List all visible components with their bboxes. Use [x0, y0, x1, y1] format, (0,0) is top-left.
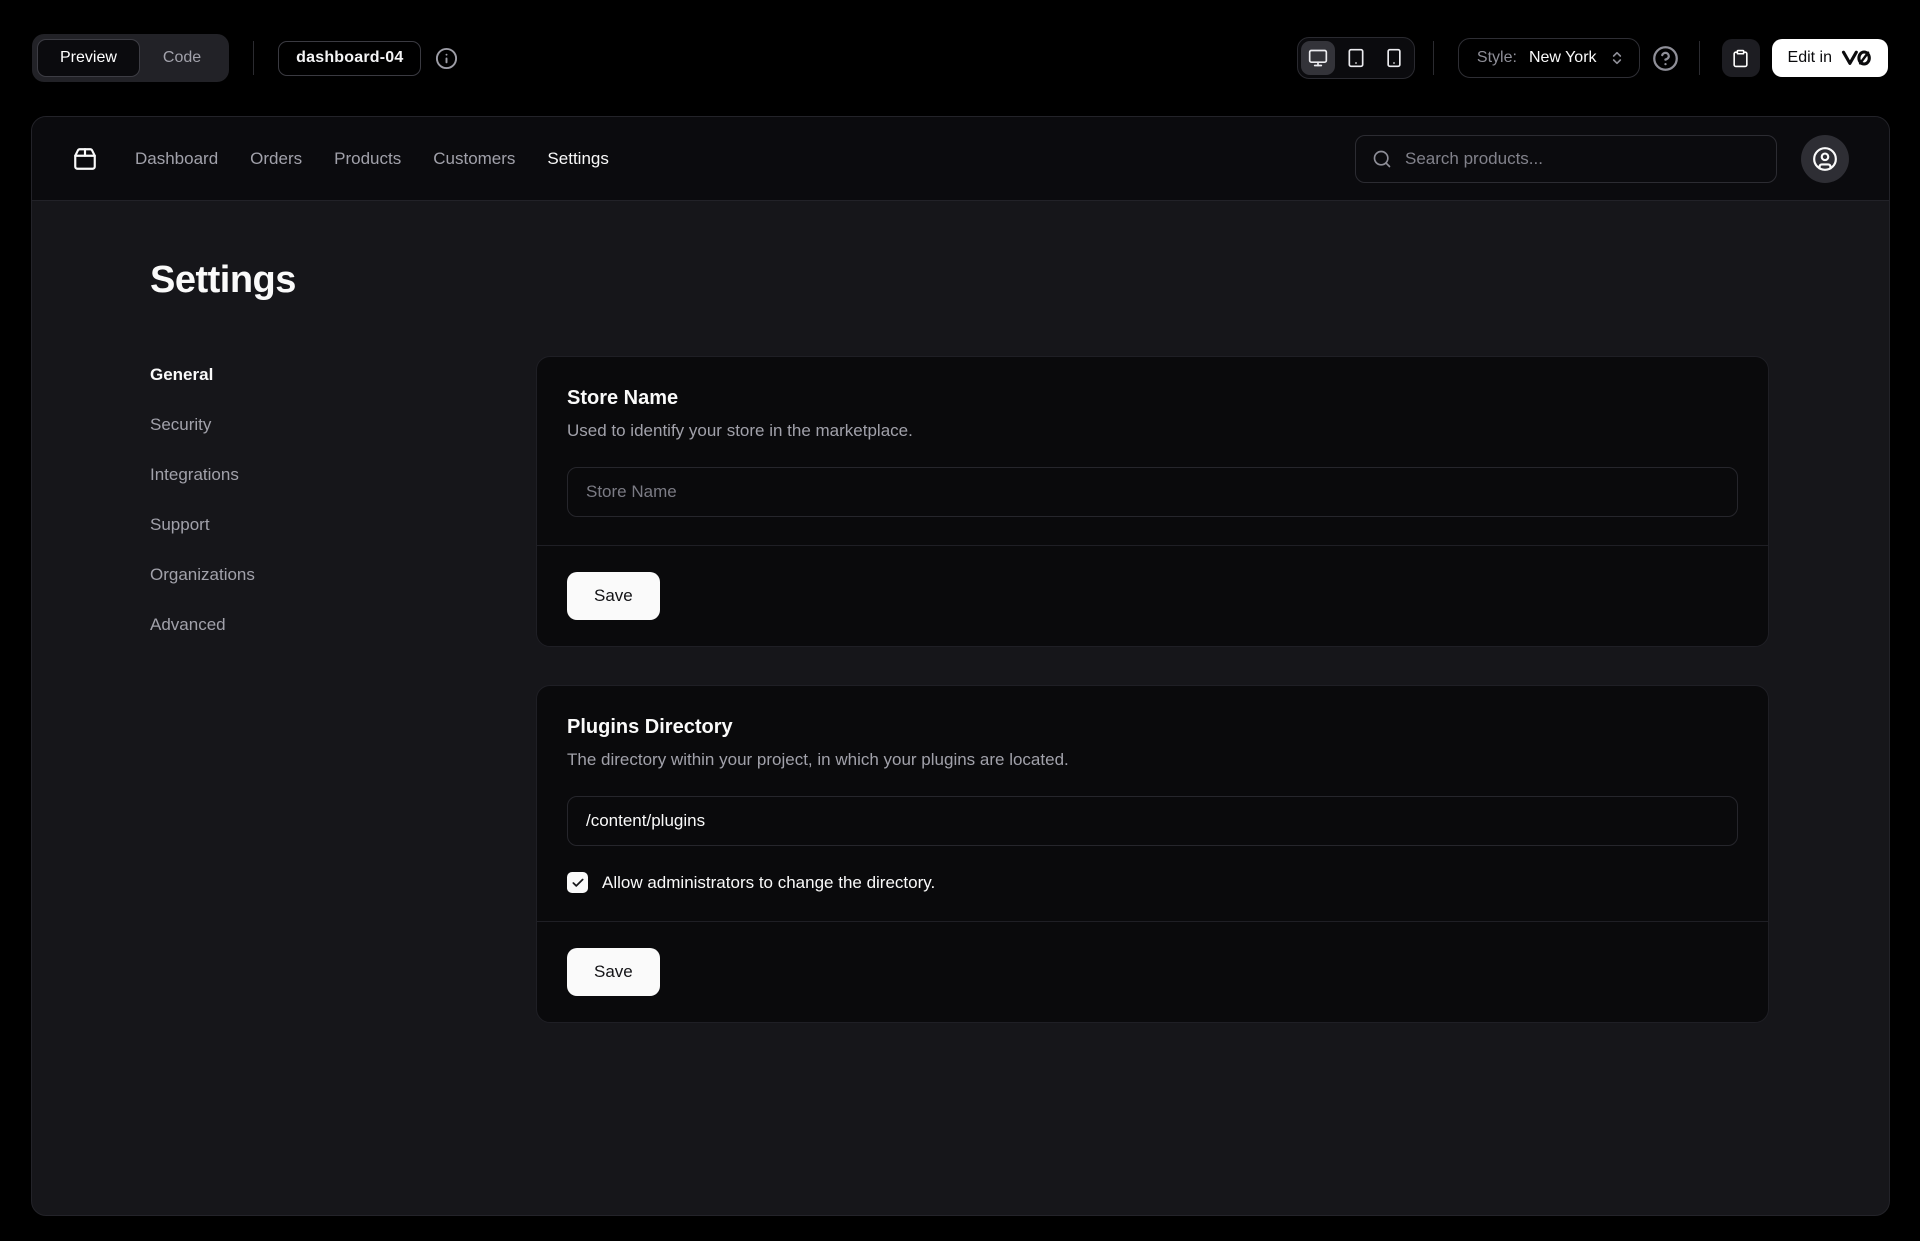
preview-tab[interactable]: Preview — [37, 39, 140, 77]
nav-item-products[interactable]: Products — [334, 149, 401, 169]
monitor-icon — [1308, 48, 1328, 68]
tablet-device-button[interactable] — [1339, 41, 1373, 75]
circle-user-icon — [1812, 146, 1838, 172]
save-button[interactable]: Save — [567, 948, 660, 996]
sidebar-item-security[interactable]: Security — [150, 415, 536, 435]
toolbar-divider — [1433, 41, 1434, 75]
allow-admins-checkbox[interactable] — [567, 872, 588, 893]
check-icon — [571, 876, 585, 890]
card-title: Plugins Directory — [567, 716, 1738, 739]
product-search — [1355, 135, 1777, 183]
desktop-device-button[interactable] — [1301, 41, 1335, 75]
package-icon[interactable] — [72, 146, 98, 172]
card-footer: Save — [537, 545, 1768, 646]
style-select[interactable]: Style: New York — [1458, 38, 1640, 78]
app-top-nav: Dashboard Orders Products Customers Sett… — [32, 117, 1889, 201]
page-title: Settings — [150, 259, 1769, 302]
nav-item-settings[interactable]: Settings — [547, 149, 608, 169]
user-menu-button[interactable] — [1801, 135, 1849, 183]
search-input[interactable] — [1405, 149, 1760, 169]
chevrons-up-down-icon — [1609, 50, 1625, 66]
view-toggle-group: Preview Code — [32, 34, 229, 82]
search-icon — [1372, 149, 1392, 169]
help-circle-icon[interactable] — [1652, 45, 1679, 72]
device-toggle-group — [1297, 37, 1415, 79]
toolbar-right: Style: New York Edit in — [1297, 37, 1888, 79]
nav-right — [1355, 135, 1849, 183]
sidebar-item-general[interactable]: General — [150, 365, 536, 385]
card-content — [537, 441, 1768, 545]
tablet-icon — [1346, 48, 1366, 68]
settings-layout: General Security Integrations Support Or… — [150, 356, 1769, 1023]
block-name-badge: dashboard-04 — [278, 41, 421, 76]
info-icon[interactable] — [435, 47, 458, 70]
sidebar-item-organizations[interactable]: Organizations — [150, 565, 536, 585]
block-preview-window: Dashboard Orders Products Customers Sett… — [31, 116, 1890, 1216]
style-select-label: Style: — [1477, 49, 1517, 67]
style-select-value: New York — [1529, 49, 1597, 67]
store-name-input[interactable] — [567, 467, 1738, 517]
code-tab[interactable]: Code — [140, 39, 224, 77]
toolbar-divider — [253, 41, 254, 75]
card-title: Store Name — [567, 387, 1738, 410]
plugins-directory-card: Plugins Directory The directory within y… — [536, 685, 1769, 1023]
card-description: Used to identify your store in the marke… — [567, 421, 1738, 441]
settings-cards: Store Name Used to identify your store i… — [536, 356, 1769, 1023]
blocks-toolbar: Preview Code dashboard-04 — [0, 0, 1920, 116]
card-footer: Save — [537, 921, 1768, 1022]
allow-admins-label[interactable]: Allow administrators to change the direc… — [602, 873, 935, 893]
edit-in-v0-label: Edit in — [1788, 49, 1832, 67]
plugins-directory-input[interactable] — [567, 796, 1738, 846]
sidebar-item-integrations[interactable]: Integrations — [150, 465, 536, 485]
smartphone-icon — [1384, 48, 1404, 68]
settings-sidebar: General Security Integrations Support Or… — [150, 356, 536, 635]
clipboard-icon — [1731, 49, 1750, 68]
card-header: Store Name Used to identify your store i… — [537, 357, 1768, 441]
allow-admins-row: Allow administrators to change the direc… — [567, 872, 1738, 893]
sidebar-item-advanced[interactable]: Advanced — [150, 615, 536, 635]
nav-links: Dashboard Orders Products Customers Sett… — [135, 149, 609, 169]
toolbar-left: Preview Code dashboard-04 — [32, 34, 458, 82]
toolbar-divider — [1699, 41, 1700, 75]
settings-page: Settings General Security Integrations S… — [32, 201, 1889, 1023]
nav-item-dashboard[interactable]: Dashboard — [135, 149, 218, 169]
copy-code-button[interactable] — [1722, 39, 1760, 77]
nav-item-orders[interactable]: Orders — [250, 149, 302, 169]
card-description: The directory within your project, in wh… — [567, 750, 1738, 770]
mobile-device-button[interactable] — [1377, 41, 1411, 75]
edit-in-v0-button[interactable]: Edit in — [1772, 39, 1888, 77]
nav-item-customers[interactable]: Customers — [433, 149, 515, 169]
sidebar-item-support[interactable]: Support — [150, 515, 536, 535]
v0-logo-icon — [1841, 50, 1872, 66]
card-header: Plugins Directory The directory within y… — [537, 686, 1768, 770]
save-button[interactable]: Save — [567, 572, 660, 620]
store-name-card: Store Name Used to identify your store i… — [536, 356, 1769, 647]
card-content: Allow administrators to change the direc… — [537, 770, 1768, 921]
